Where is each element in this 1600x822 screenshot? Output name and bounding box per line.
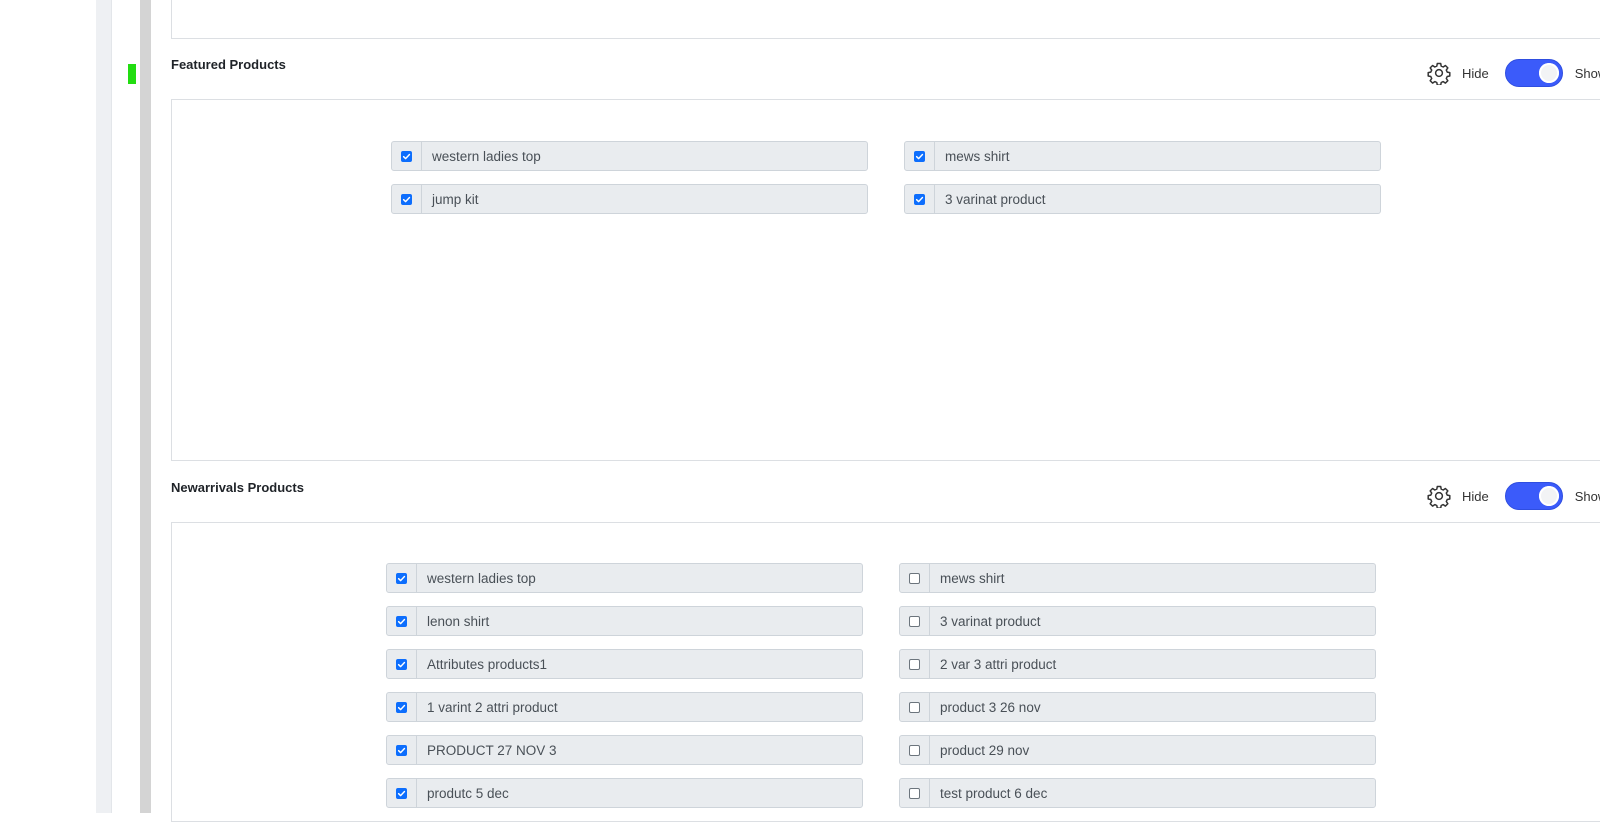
toggle-knob: [1538, 63, 1559, 83]
checkbox-cell: [900, 693, 930, 721]
product-checkbox[interactable]: [396, 658, 407, 670]
product-label: product 3 26 nov: [940, 699, 1041, 715]
check-icon: [397, 575, 406, 581]
product-option: lenon shirt: [386, 606, 863, 636]
checkbox-cell: [387, 693, 417, 721]
check-icon: [397, 661, 406, 667]
product-option: 3 varinat product: [904, 184, 1381, 214]
checkbox-cell: [387, 736, 417, 764]
checkbox-cell: [905, 185, 935, 213]
product-label: test product 6 dec: [940, 785, 1048, 801]
check-icon: [915, 153, 924, 159]
check-icon: [915, 196, 924, 202]
product-option: mews shirt: [904, 141, 1381, 171]
product-label: jump kit: [432, 191, 479, 207]
product-checkbox[interactable]: [401, 193, 412, 205]
product-checkbox[interactable]: [914, 150, 925, 162]
product-label: 3 varinat product: [945, 191, 1046, 207]
featured-products-panel: [171, 99, 1600, 461]
check-icon: [402, 153, 411, 159]
hide-label: Hide: [1462, 488, 1489, 504]
product-option: mews shirt: [899, 563, 1376, 593]
product-option: PRODUCT 27 NOV 3: [386, 735, 863, 765]
checkbox-cell: [387, 564, 417, 592]
product-checkbox[interactable]: [396, 787, 407, 799]
product-label: mews shirt: [940, 570, 1005, 586]
product-checkbox[interactable]: [909, 572, 920, 584]
product-checkbox[interactable]: [909, 701, 920, 713]
show-label: Show: [1574, 488, 1600, 504]
product-option: test product 6 dec: [899, 778, 1376, 808]
check-icon: [397, 747, 406, 753]
product-option: jump kit: [391, 184, 868, 214]
check-icon: [397, 618, 406, 624]
checkbox-cell: [900, 650, 930, 678]
check-icon: [397, 704, 406, 710]
check-icon: [402, 196, 411, 202]
checkbox-cell: [392, 185, 422, 213]
product-option: produtc 5 dec: [386, 778, 863, 808]
product-label: western ladies top: [427, 570, 536, 586]
product-option: product 3 26 nov: [899, 692, 1376, 722]
checkbox-cell: [392, 142, 422, 170]
featured-visibility-toggle[interactable]: [1504, 59, 1563, 87]
checkbox-cell: [900, 607, 930, 635]
product-checkbox[interactable]: [396, 744, 407, 756]
product-label: Attributes products1: [427, 656, 548, 672]
toggle-knob: [1538, 486, 1559, 506]
check-icon: [397, 790, 406, 796]
product-option: western ladies top: [386, 563, 863, 593]
product-label: produtc 5 dec: [427, 785, 509, 801]
product-option: western ladies top: [391, 141, 868, 171]
product-label: 1 varint 2 attri product: [427, 699, 558, 715]
gear-icon[interactable]: [1426, 60, 1452, 86]
checkbox-cell: [387, 607, 417, 635]
active-indicator: [128, 64, 136, 84]
product-option: product 29 nov: [899, 735, 1376, 765]
show-label: Show: [1574, 65, 1600, 81]
product-option: 2 var 3 attri product: [899, 649, 1376, 679]
sidebar-edge: [96, 0, 112, 813]
product-checkbox[interactable]: [396, 701, 407, 713]
product-option: 3 varinat product: [899, 606, 1376, 636]
product-checkbox[interactable]: [914, 193, 925, 205]
product-checkbox[interactable]: [909, 615, 920, 627]
product-checkbox[interactable]: [909, 744, 920, 756]
product-option: 1 varint 2 attri product: [386, 692, 863, 722]
newarrivals-visibility-toggle[interactable]: [1504, 482, 1563, 510]
product-label: 2 var 3 attri product: [940, 656, 1057, 672]
checkbox-cell: [900, 564, 930, 592]
product-label: 3 varinat product: [940, 613, 1041, 629]
featured-visibility-controls: Hide Show: [1426, 57, 1600, 89]
checkbox-cell: [387, 650, 417, 678]
previous-section-panel: [171, 0, 1600, 39]
product-checkbox[interactable]: [401, 150, 412, 162]
checkbox-cell: [905, 142, 935, 170]
checkbox-cell: [900, 736, 930, 764]
product-label: mews shirt: [945, 148, 1010, 164]
newarrivals-visibility-controls: Hide Show: [1426, 480, 1600, 512]
product-label: product 29 nov: [940, 742, 1030, 758]
featured-products-title: Featured Products: [171, 57, 286, 72]
hide-label: Hide: [1462, 65, 1489, 81]
product-label: lenon shirt: [427, 613, 490, 629]
product-checkbox[interactable]: [396, 615, 407, 627]
checkbox-cell: [900, 779, 930, 807]
gear-icon[interactable]: [1426, 483, 1452, 509]
product-option: Attributes products1: [386, 649, 863, 679]
checkbox-cell: [387, 779, 417, 807]
product-label: PRODUCT 27 NOV 3: [427, 742, 557, 758]
product-checkbox[interactable]: [909, 658, 920, 670]
product-checkbox[interactable]: [909, 787, 920, 799]
scrollbar-track[interactable]: [140, 0, 151, 813]
product-label: western ladies top: [432, 148, 541, 164]
product-checkbox[interactable]: [396, 572, 407, 584]
newarrivals-products-title: Newarrivals Products: [171, 480, 304, 495]
